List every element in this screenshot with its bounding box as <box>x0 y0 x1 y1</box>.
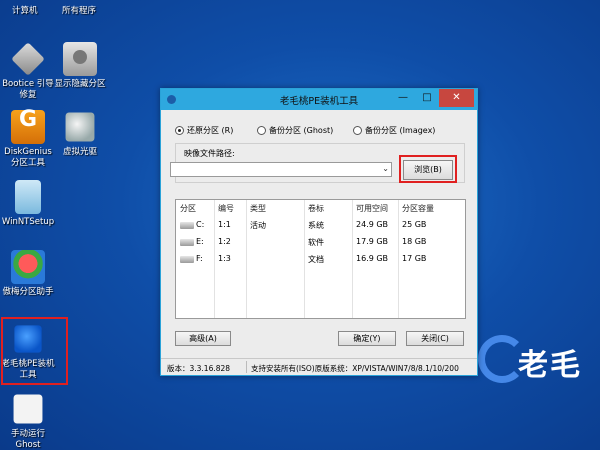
cell-free-space: 24.9 GB <box>356 220 389 229</box>
browse-highlight-box <box>399 155 457 183</box>
window-titlebar[interactable]: 老毛桃PE装机工具 — □ ✕ <box>161 89 477 110</box>
desktop-icon-highlight-box <box>1 317 68 385</box>
manual-ghost-label-line2: Ghost <box>15 440 41 450</box>
winntsetup-icon <box>15 180 41 214</box>
table-row[interactable]: F: 1:3 文档 16.9 GB 17 GB <box>176 251 465 267</box>
disk-icon <box>180 256 194 263</box>
minimize-button[interactable]: — <box>391 89 415 107</box>
status-bar: 版本：3.3.16.828 支持安装所有(ISO)原版系统：XP/VISTA/W… <box>161 358 477 375</box>
header-free-space[interactable]: 可用空间 <box>356 203 388 214</box>
virtual-cd-label: 虚拟光驱 <box>62 147 97 157</box>
bootice-icon <box>11 42 45 76</box>
header-partition[interactable]: 分区 <box>180 203 196 214</box>
disk-icon <box>180 239 194 246</box>
radio-backup-ghost[interactable]: 备份分区 (Ghost) <box>257 125 333 136</box>
disk-icon <box>180 222 194 229</box>
winntsetup-label: WinNTSetup <box>1 217 55 227</box>
radio-dot <box>353 126 362 135</box>
desktop-icon-show-hidden-partition[interactable]: 显示隐藏分区 <box>52 42 108 90</box>
window-close-button[interactable]: ✕ <box>439 89 474 107</box>
table-header-row: 分区 编号 类型 卷标 可用空间 分区容量 <box>176 200 465 216</box>
desktop-icon-winntsetup[interactable]: WinNTSetup <box>0 180 56 228</box>
radio-dot <box>257 126 266 135</box>
table-row[interactable]: C: 1:1 活动 系统 24.9 GB 25 GB <box>176 217 465 233</box>
show-hidden-partition-label: 显示隐藏分区 <box>54 79 106 89</box>
desktop-icon-virtual-cd[interactable]: 虚拟光驱 <box>52 110 108 158</box>
radio-backup-imagex[interactable]: 备份分区 (Imagex) <box>353 125 435 136</box>
desktop-label-computer[interactable]: 计算机 <box>12 4 38 16</box>
laomaotao-watermark-logo: 老毛 <box>478 330 600 390</box>
radio-restore-label: 还原分区 (R) <box>187 126 234 135</box>
partition-icon <box>63 42 97 76</box>
ok-button[interactable]: 确定(Y) <box>338 331 396 346</box>
watermark-text: 老毛 <box>518 348 582 383</box>
image-path-dropdown[interactable]: ⌄ <box>170 162 392 177</box>
cell-partition: C: <box>196 220 205 229</box>
radio-backup-imagex-label: 备份分区 (Imagex) <box>365 126 436 135</box>
bootice-label-line1: Bootice 引导 <box>2 79 54 89</box>
maximize-button[interactable]: □ <box>415 89 439 107</box>
cell-volume-label: 软件 <box>308 238 324 247</box>
image-path-label: 映像文件路径: <box>184 149 235 158</box>
chevron-down-icon[interactable]: ⌄ <box>382 164 389 173</box>
pe-installer-window: 老毛桃PE装机工具 — □ ✕ 还原分区 (R) 备份分区 (Ghost) 备份… <box>160 88 478 376</box>
header-number[interactable]: 编号 <box>218 203 234 214</box>
mode-radio-group: 还原分区 (R) 备份分区 (Ghost) 备份分区 (Imagex) <box>175 125 469 139</box>
partition-assistant-icon <box>11 250 45 284</box>
cell-capacity: 17 GB <box>402 254 427 263</box>
manual-ghost-label-line1: 手动运行 <box>10 429 45 439</box>
cell-number: 1:1 <box>218 220 231 229</box>
radio-backup-ghost-label: 备份分区 (Ghost) <box>269 126 334 135</box>
diskgenius-label-line1: DiskGenius <box>4 147 52 157</box>
cell-free-space: 16.9 GB <box>356 254 389 263</box>
ghost-icon <box>13 394 43 424</box>
cell-type: 活动 <box>250 221 266 230</box>
table-row[interactable]: E: 1:2 软件 17.9 GB 18 GB <box>176 234 465 250</box>
diskgenius-icon <box>11 110 45 144</box>
cell-volume-label: 文档 <box>308 255 324 264</box>
cell-partition: F: <box>196 254 203 263</box>
cd-drive-icon <box>65 112 95 142</box>
header-type[interactable]: 类型 <box>250 203 266 214</box>
cell-capacity: 18 GB <box>402 237 427 246</box>
radio-restore-partition[interactable]: 还原分区 (R) <box>175 125 233 136</box>
cell-capacity: 25 GB <box>402 220 427 229</box>
partition-table[interactable]: 分区 编号 类型 卷标 可用空间 分区容量 C: 1:1 活动 系统 24.9 … <box>175 199 466 319</box>
desktop-icon-bootice[interactable]: Bootice 引导 修复 <box>0 42 56 101</box>
partition-assistant-label: 傲梅分区助手 <box>2 287 54 297</box>
desktop-icon-diskgenius[interactable]: DiskGenius 分区工具 <box>0 110 56 169</box>
cell-number: 1:3 <box>218 254 231 263</box>
header-capacity[interactable]: 分区容量 <box>402 203 434 214</box>
desktop-label-all-programs[interactable]: 所有程序 <box>62 4 96 16</box>
cell-free-space: 17.9 GB <box>356 237 389 246</box>
cell-partition: E: <box>196 237 204 246</box>
radio-dot-selected <box>175 126 184 135</box>
close-button[interactable]: 关闭(C) <box>406 331 464 346</box>
bootice-label-line2: 修复 <box>19 90 37 100</box>
advanced-button[interactable]: 高级(A) <box>175 331 231 346</box>
diskgenius-label-line2: 分区工具 <box>10 158 45 168</box>
status-separator <box>246 361 247 373</box>
header-volume-label[interactable]: 卷标 <box>308 203 324 214</box>
desktop-icon-partition-assistant[interactable]: 傲梅分区助手 <box>0 250 56 298</box>
desktop-icon-manual-ghost[interactable]: 手动运行 Ghost <box>0 392 56 450</box>
cell-number: 1:2 <box>218 237 231 246</box>
version-text: 版本：3.3.16.828 <box>167 364 231 373</box>
cell-volume-label: 系统 <box>308 221 324 230</box>
support-text: 支持安装所有(ISO)原版系统：XP/VISTA/WIN7/8/8.1/10/2… <box>251 364 459 373</box>
